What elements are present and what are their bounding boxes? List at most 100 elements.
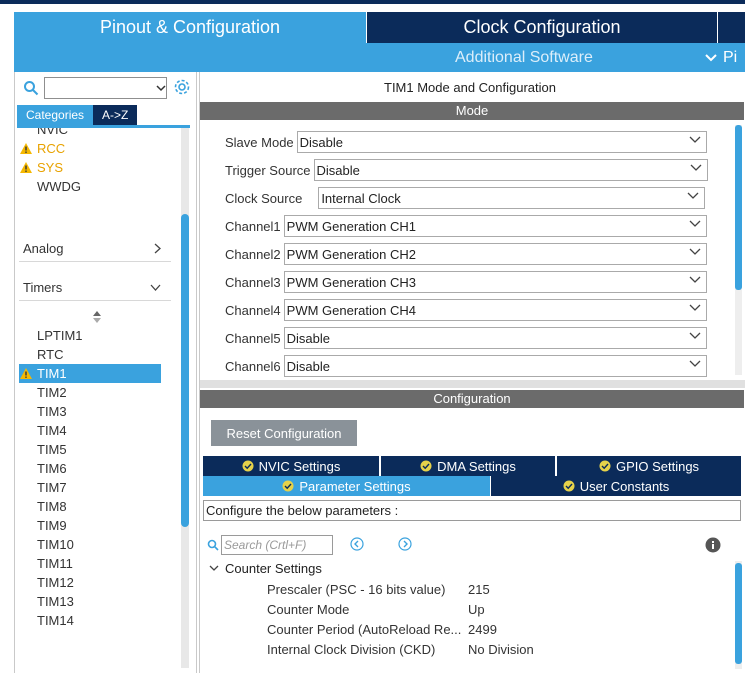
tab-pinout-configuration[interactable]: Pinout & Configuration [14, 12, 366, 43]
clock-source-select[interactable]: Internal Clock [318, 187, 706, 209]
param-row-prescaler[interactable]: Prescaler (PSC - 16 bits value) 215 [267, 579, 727, 599]
parameter-description: Configure the below parameters : [203, 500, 741, 521]
channel1-select[interactable]: PWM Generation CH1 [283, 215, 707, 237]
tree-item-label: SYS [37, 160, 64, 175]
gear-icon[interactable] [173, 78, 191, 96]
warning-icon [20, 368, 32, 379]
select-value: PWM Generation CH2 [286, 246, 416, 262]
mode-row-channel6: Channel6 Disable [225, 355, 707, 377]
mode-row-channel3: Channel3 PWM Generation CH3 [225, 271, 707, 293]
tab-additional-software[interactable]: Additional Software [455, 49, 593, 67]
select-value: Disable [316, 162, 360, 178]
channel5-select[interactable]: Disable [283, 327, 707, 349]
field-label: Channel1 [225, 218, 281, 234]
tree-item-sys[interactable]: SYS [19, 158, 161, 177]
mode-scrollbar[interactable] [735, 125, 742, 375]
tree-item-tim8[interactable]: TIM8 [37, 497, 179, 516]
next-match-icon[interactable] [398, 537, 412, 551]
scrollbar-thumb[interactable] [735, 125, 742, 290]
tree-item-tim11[interactable]: TIM11 [37, 554, 179, 573]
select-value: Disable [286, 330, 331, 346]
tab-clock-configuration[interactable]: Clock Configuration [367, 12, 717, 43]
chevron-down-icon[interactable] [156, 85, 166, 92]
tree-item-rtc[interactable]: RTC [37, 345, 179, 364]
trigger-source-select[interactable]: Disable [313, 159, 708, 181]
channel3-select[interactable]: PWM Generation CH3 [283, 271, 707, 293]
tree-item-tim9[interactable]: TIM9 [37, 516, 179, 535]
sidebar-scrollbar[interactable] [181, 128, 189, 668]
tree-item-tim1[interactable]: TIM1 [19, 364, 161, 383]
scrollbar-thumb[interactable] [181, 214, 189, 527]
chevron-down-icon [150, 284, 161, 291]
tree-item-tim10[interactable]: TIM10 [37, 535, 179, 554]
tab-user-constants[interactable]: User Constants [491, 476, 741, 496]
previous-match-icon[interactable] [350, 537, 364, 551]
param-value: 215 [468, 581, 490, 597]
mode-row-channel1: Channel1 PWM Generation CH1 [225, 215, 707, 237]
group-label: Timers [23, 280, 63, 295]
chevron-down-icon [689, 136, 701, 143]
field-label: Slave Mode [225, 134, 294, 150]
tree-item-rcc[interactable]: RCC [19, 139, 161, 158]
param-value: No Division [468, 641, 534, 657]
check-circle-icon [242, 460, 254, 472]
param-row-counter-mode[interactable]: Counter Mode Up [267, 599, 727, 619]
tree-item-nvic[interactable]: NVIC [37, 128, 179, 139]
group-analog[interactable]: Analog [19, 236, 171, 262]
tab-label: GPIO Settings [615, 458, 700, 474]
tab-categories[interactable]: Categories [17, 105, 94, 125]
tab-parameter-settings[interactable]: Parameter Settings [203, 476, 490, 496]
sort-icon[interactable] [93, 311, 101, 323]
tree-item-tim4[interactable]: TIM4 [37, 421, 179, 440]
tab-gpio-settings[interactable]: GPIO Settings [557, 456, 741, 476]
parameter-scrollbar[interactable] [735, 561, 742, 669]
mode-row-trigger-source: Trigger Source Disable [225, 159, 708, 181]
parameter-search-input[interactable]: Search (Crtl+F) [221, 535, 333, 555]
tree-item-tim5[interactable]: TIM5 [37, 440, 179, 459]
group-timers[interactable]: Timers [19, 275, 171, 301]
channel4-select[interactable]: PWM Generation CH4 [283, 299, 707, 321]
select-value: PWM Generation CH4 [286, 302, 416, 318]
section-divider[interactable] [200, 380, 745, 388]
tab-a-to-z[interactable]: A->Z [93, 105, 138, 125]
sidebar-search-row [21, 77, 191, 99]
tree-item-tim12[interactable]: TIM12 [37, 573, 179, 592]
check-circle-icon [563, 480, 575, 492]
counter-settings-group[interactable]: Counter Settings [209, 561, 322, 576]
tree-item-tim14[interactable]: TIM14 [37, 611, 179, 630]
chevron-down-icon [689, 248, 701, 255]
tree-item-label: RCC [37, 141, 66, 156]
warning-icon [20, 162, 32, 173]
info-icon[interactable] [705, 537, 721, 553]
tree-item-tim3[interactable]: TIM3 [37, 402, 179, 421]
tree-item-tim13[interactable]: TIM13 [37, 592, 179, 611]
scrollbar-thumb[interactable] [735, 563, 742, 664]
pinout-view-menu[interactable]: Pi [705, 49, 737, 67]
field-label: Channel5 [225, 330, 281, 346]
category-tree: NVIC RCC SYS WWDG Analog Timers LPTIM1 R… [17, 128, 181, 668]
tree-item-tim2[interactable]: TIM2 [37, 383, 179, 402]
reset-configuration-button[interactable]: Reset Configuration [211, 420, 357, 446]
tree-item-label: TIM1 [37, 366, 67, 381]
tab-overflow[interactable] [718, 12, 745, 43]
tree-item-wwdg[interactable]: WWDG [37, 177, 179, 196]
select-value: PWM Generation CH1 [286, 218, 416, 234]
field-label: Channel3 [225, 274, 281, 290]
tree-item-lptim1[interactable]: LPTIM1 [37, 326, 179, 345]
slave-mode-select[interactable]: Disable [296, 131, 707, 153]
channel2-select[interactable]: PWM Generation CH2 [283, 243, 707, 265]
param-row-clock-division[interactable]: Internal Clock Division (CKD) No Divisio… [267, 639, 727, 659]
select-value: Disable [299, 134, 344, 150]
param-row-counter-period[interactable]: Counter Period (AutoReload Re... 2499 [267, 619, 727, 639]
tree-item-tim7[interactable]: TIM7 [37, 478, 179, 497]
tab-nvic-settings[interactable]: NVIC Settings [203, 456, 379, 476]
sidebar-search-input[interactable] [44, 77, 167, 99]
left-sidebar: Categories A->Z NVIC RCC SYS WWDG Analog… [14, 72, 197, 673]
select-value: PWM Generation CH3 [286, 274, 416, 290]
field-label: Channel6 [225, 358, 281, 374]
mode-row-channel5: Channel5 Disable [225, 327, 707, 349]
select-value: Internal Clock [321, 190, 401, 206]
tree-item-tim6[interactable]: TIM6 [37, 459, 179, 478]
channel6-select[interactable]: Disable [283, 355, 707, 377]
tab-dma-settings[interactable]: DMA Settings [381, 456, 555, 476]
